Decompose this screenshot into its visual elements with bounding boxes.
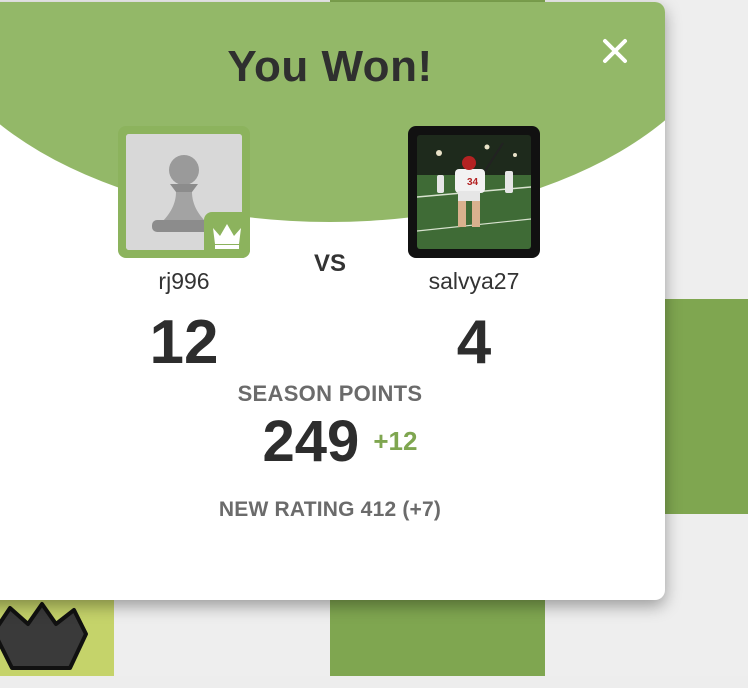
season-points-value: 249 [262,409,360,474]
board-square [114,600,330,676]
modal-header-background [0,2,665,222]
player-score-left: 12 [149,308,219,377]
season-points-row: 249 +12 [130,408,550,475]
modal-title: You Won! [227,42,433,91]
board-square [660,84,748,299]
new-rating-text: NEW RATING 412 (+7) [218,498,442,521]
vs-label: VS [313,250,346,277]
winner-badge [204,212,250,258]
player-score-right: 4 [456,308,492,377]
board-square [330,600,545,676]
close-icon[interactable] [598,34,632,68]
player-avatar-right[interactable]: 34 [408,126,540,258]
player-username-left[interactable]: rj996 [84,268,284,295]
season-points-delta: +12 [373,426,418,456]
photo-avatar: 34 [417,135,531,249]
game-over-modal: You Won! 34 VS rj996 salvya27 12 4 SEASO… [0,2,665,600]
svg-text:34: 34 [467,177,479,188]
player-avatar-left[interactable] [118,126,250,258]
season-points-label: SEASON POINTS [237,381,423,406]
crown-icon [213,224,241,249]
lacrosse-player-photo: 34 [417,135,531,249]
board-square [660,299,748,514]
chess-piece-icon[interactable] [0,598,100,688]
player-username-right[interactable]: salvya27 [374,268,574,295]
